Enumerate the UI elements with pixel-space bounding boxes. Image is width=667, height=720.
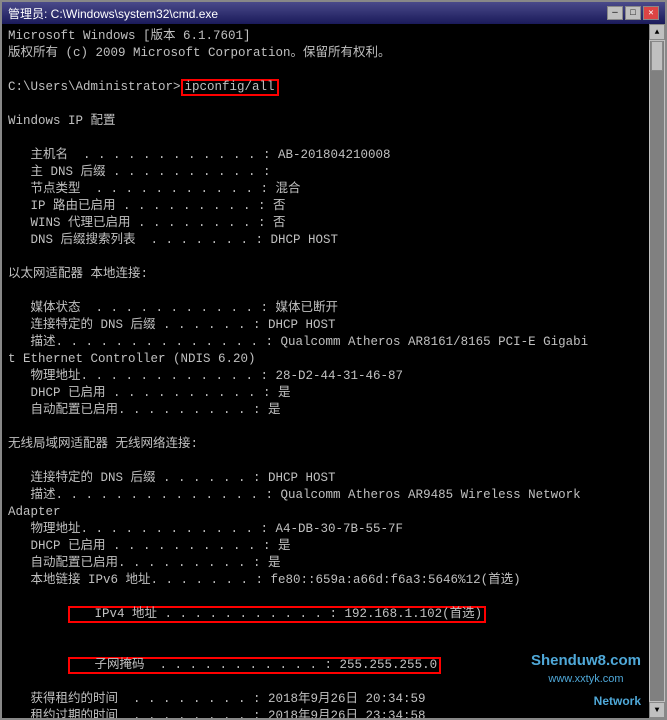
console-line-5 bbox=[8, 96, 643, 113]
watermark-area: Shenduw8.com www.xxtyk.com bbox=[531, 650, 641, 688]
console-line-11: IP 路由已启用 . . . . . . . . . : 否 bbox=[8, 198, 643, 215]
scrollbar[interactable]: ▲ ▼ bbox=[649, 24, 665, 718]
console-line-24 bbox=[8, 419, 643, 436]
console-line-31: DHCP 已启用 . . . . . . . . . . : 是 bbox=[8, 538, 643, 555]
console-line-1: Microsoft Windows [版本 6.1.7601] bbox=[8, 28, 643, 45]
watermark-brand: Shenduw8.com bbox=[531, 650, 641, 672]
console-line-8: 主机名 . . . . . . . . . . . . : AB-2018042… bbox=[8, 147, 643, 164]
scroll-up-button[interactable]: ▲ bbox=[649, 24, 665, 40]
console-line-28: 描述. . . . . . . . . . . . . . : Qualcomm… bbox=[8, 487, 643, 504]
console-line-18: 连接特定的 DNS 后缀 . . . . . . : DHCP HOST bbox=[8, 317, 643, 334]
console-line-3 bbox=[8, 62, 643, 79]
close-button[interactable]: ✕ bbox=[643, 6, 659, 20]
console-line-33: 本地链接 IPv6 地址. . . . . . . : fe80::659a:a… bbox=[8, 572, 643, 589]
console-line-ipv4: IPv4 地址 . . . . . . . . . . . : 192.168.… bbox=[8, 589, 643, 640]
console-line-30: 物理地址. . . . . . . . . . . . : A4-DB-30-7… bbox=[8, 521, 643, 538]
console-line-2: 版权所有 (c) 2009 Microsoft Corporation。保留所有… bbox=[8, 45, 643, 62]
title-bar: 管理员: C:\Windows\system32\cmd.exe ─ □ ✕ bbox=[2, 2, 665, 24]
console-line-10: 节点类型 . . . . . . . . . . . : 混合 bbox=[8, 181, 643, 198]
scroll-thumb[interactable] bbox=[651, 41, 663, 71]
console-line-29: Adapter bbox=[8, 504, 643, 521]
console-output: Microsoft Windows [版本 6.1.7601] 版权所有 (c)… bbox=[2, 24, 649, 718]
watermark-site: www.xxtyk.com bbox=[531, 672, 641, 688]
console-line-26 bbox=[8, 453, 643, 470]
console-wrapper: Microsoft Windows [版本 6.1.7601] 版权所有 (c)… bbox=[2, 24, 665, 718]
scroll-track[interactable] bbox=[650, 41, 664, 701]
console-line-9: 主 DNS 后缀 . . . . . . . . . . : bbox=[8, 164, 643, 181]
console-line-15: 以太网适配器 本地连接: bbox=[8, 266, 643, 283]
console-line-16 bbox=[8, 283, 643, 300]
console-line-17: 媒体状态 . . . . . . . . . . . : 媒体已断开 bbox=[8, 300, 643, 317]
console-line-19: 描述. . . . . . . . . . . . . . : Qualcomm… bbox=[8, 334, 643, 351]
console-line-14 bbox=[8, 249, 643, 266]
scroll-down-button[interactable]: ▼ bbox=[649, 702, 665, 718]
console-line-23: 自动配置已启用. . . . . . . . . : 是 bbox=[8, 402, 643, 419]
console-line-25: 无线局域网适配器 无线网络连接: bbox=[8, 436, 643, 453]
cmd-window: 管理员: C:\Windows\system32\cmd.exe ─ □ ✕ M… bbox=[0, 0, 667, 720]
ipv4-highlight: IPv4 地址 . . . . . . . . . . . : 192.168.… bbox=[68, 606, 486, 623]
console-line-4: C:\Users\Administrator>ipconfig/all bbox=[8, 79, 643, 96]
window-controls: ─ □ ✕ bbox=[607, 6, 659, 20]
console-line-35: 获得租约的时间 . . . . . . . . : 2018年9月26日 20:… bbox=[8, 691, 643, 708]
command-highlight: ipconfig/all bbox=[181, 79, 279, 96]
subnet-highlight: 子网掩码 . . . . . . . . . . . : 255.255.255… bbox=[68, 657, 441, 674]
network-label: Network bbox=[594, 693, 641, 710]
minimize-button[interactable]: ─ bbox=[607, 6, 623, 20]
window-title: 管理员: C:\Windows\system32\cmd.exe bbox=[8, 5, 218, 22]
console-line-20: t Ethernet Controller (NDIS 6.20) bbox=[8, 351, 643, 368]
console-line-12: WINS 代理已启用 . . . . . . . . : 否 bbox=[8, 215, 643, 232]
console-line-27: 连接特定的 DNS 后缀 . . . . . . : DHCP HOST bbox=[8, 470, 643, 487]
console-line-6: Windows IP 配置 bbox=[8, 113, 643, 130]
console-line-22: DHCP 已启用 . . . . . . . . . . : 是 bbox=[8, 385, 643, 402]
console-line-13: DNS 后缀搜索列表 . . . . . . . : DHCP HOST bbox=[8, 232, 643, 249]
console-line-7 bbox=[8, 130, 643, 147]
console-line-21: 物理地址. . . . . . . . . . . . : 28-D2-44-3… bbox=[8, 368, 643, 385]
console-line-32: 自动配置已启用. . . . . . . . . : 是 bbox=[8, 555, 643, 572]
console-line-36: 租约过期的时间 . . . . . . . . : 2018年9月26日 23:… bbox=[8, 708, 643, 718]
maximize-button[interactable]: □ bbox=[625, 6, 641, 20]
